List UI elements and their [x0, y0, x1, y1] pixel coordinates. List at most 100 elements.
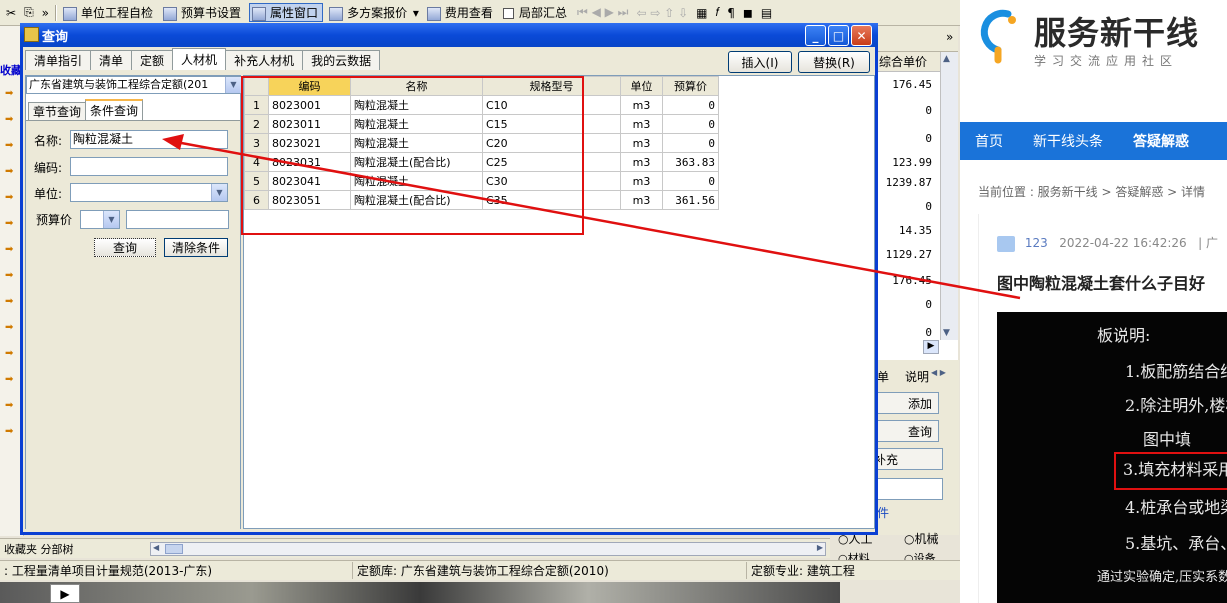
row-arrow-icon[interactable]: ➡	[5, 426, 13, 437]
maximize-icon[interactable]: □	[828, 25, 849, 46]
favorites-tree-tabs[interactable]: 收藏夹 分部树	[0, 541, 74, 557]
row-arrow-icon[interactable]: ➡	[5, 192, 13, 203]
tab-bill[interactable]: 清单	[90, 50, 133, 70]
replace-button[interactable]: 替换(R)	[798, 51, 870, 73]
copy-icon[interactable]: ⎘	[22, 5, 36, 20]
add-button[interactable]: 添加	[873, 392, 939, 414]
cell-price[interactable]: 363.83	[662, 152, 719, 172]
row-arrow-icon[interactable]: ➡	[5, 270, 13, 281]
tab-bill-guide[interactable]: 清单指引	[25, 50, 92, 70]
price-cell[interactable]: 0	[925, 298, 932, 311]
nav-home[interactable]: 首页	[960, 131, 1018, 151]
row-arrow-icon[interactable]: ➡	[5, 374, 13, 385]
side-label-explain[interactable]: 说明	[905, 368, 929, 385]
tab-labor-material[interactable]: 人材机	[172, 48, 227, 70]
price-cell[interactable]: 123.99	[892, 156, 932, 169]
scroll-thumb[interactable]	[165, 544, 183, 554]
chevron-down-icon[interactable]: ▼	[103, 211, 119, 228]
side-input[interactable]	[873, 478, 943, 500]
price-cell[interactable]: 0	[925, 326, 932, 339]
row-arrow-icon[interactable]: ➡	[5, 140, 13, 151]
cell-price[interactable]: 0	[662, 95, 719, 115]
tab-quota[interactable]: 定额	[131, 50, 174, 70]
radio-equipment[interactable]: ○设备	[904, 550, 936, 560]
expand-icon[interactable]: »	[946, 30, 953, 44]
close-icon[interactable]: ✕	[851, 25, 872, 46]
cut-icon[interactable]: ✂	[4, 6, 18, 20]
price-cell[interactable]: 14.35	[899, 224, 932, 237]
nav-headlines[interactable]: 新干线头条	[1018, 131, 1118, 151]
cell-unit[interactable]: m3	[620, 133, 663, 153]
chevron-down-icon[interactable]: ▼	[225, 77, 241, 93]
name-input[interactable]: 陶粒混凝土	[70, 130, 228, 149]
query-button[interactable]: 查询	[94, 238, 156, 257]
radio-machine[interactable]: ○机械	[904, 530, 939, 547]
move-arrows-icon[interactable]: ⇦ ⇨ ⇧ ⇩	[634, 6, 690, 20]
cell-unit[interactable]: m3	[620, 190, 663, 210]
query-button[interactable]: 查询	[873, 420, 939, 442]
author-name[interactable]: 123	[1025, 236, 1048, 250]
cell-price[interactable]: 0	[662, 114, 719, 134]
col-header-price[interactable]: 预算价	[662, 76, 719, 96]
price-cell[interactable]: 0	[925, 132, 932, 145]
cell-unit[interactable]: m3	[620, 114, 663, 134]
tab-supplement-material[interactable]: 补充人材机	[225, 50, 304, 70]
row-arrow-icon[interactable]: ➡	[5, 88, 13, 99]
formula-icon[interactable]: 𝑓	[713, 5, 721, 20]
cell-price[interactable]: 361.56	[662, 190, 719, 210]
toolbar-multi-quote[interactable]: 多方案报价 ▾	[327, 4, 421, 21]
col-header-unit[interactable]: 单位	[620, 76, 663, 96]
price-cell[interactable]: 0	[925, 104, 932, 117]
tab-cloud-data[interactable]: 我的云数据	[302, 50, 381, 70]
row-arrow-icon[interactable]: ➡	[5, 114, 13, 125]
scroll-right-icon[interactable]: ▶	[923, 340, 939, 354]
play-icon[interactable]: ▶	[50, 584, 80, 603]
tab-condition-query[interactable]: 条件查询	[85, 99, 144, 120]
price-cell[interactable]: 1129.27	[886, 248, 932, 261]
horizontal-scrollbar[interactable]: ◀ ▶	[150, 542, 826, 556]
scroll-down-icon[interactable]: ▼	[943, 328, 950, 338]
cell-price[interactable]: 0	[662, 133, 719, 153]
calc-icon[interactable]: ▦	[694, 6, 709, 20]
row-arrow-icon[interactable]: ➡	[5, 348, 13, 359]
cell-unit[interactable]: m3	[620, 171, 663, 191]
cell-unit[interactable]: m3	[620, 95, 663, 115]
chevron-down-icon[interactable]: ▼	[211, 184, 227, 201]
more-icon[interactable]: »	[40, 6, 51, 20]
price-cell[interactable]: 176.45	[892, 78, 932, 91]
cell-price[interactable]: 0	[662, 171, 719, 191]
paragraph-icon[interactable]: ¶	[725, 6, 737, 20]
price-input[interactable]	[126, 210, 229, 229]
nav-qa[interactable]: 答疑解惑	[1118, 131, 1204, 151]
code-input[interactable]	[70, 157, 228, 176]
row-arrow-icon[interactable]: ➡	[5, 244, 13, 255]
price-cell[interactable]: 0	[925, 200, 932, 213]
unit-select[interactable]: ▼	[70, 183, 228, 202]
price-operator-select[interactable]: ▼	[80, 210, 120, 229]
toolbar-fee-view[interactable]: 费用查看	[425, 4, 497, 21]
toolbar-property-window[interactable]: 属性窗口	[249, 3, 324, 22]
library-select[interactable]: 广东省建筑与装饰工程综合定额(201 ▼	[26, 76, 242, 94]
tab-scroll-icon[interactable]: ◀ ▶	[931, 368, 946, 377]
row-arrow-icon[interactable]: ➡	[5, 166, 13, 177]
toolbar-budget-settings[interactable]: 预算书设置	[161, 4, 245, 21]
tab-chapter-query[interactable]: 章节查询	[28, 102, 87, 120]
row-arrow-icon[interactable]: ➡	[5, 218, 13, 229]
price-cell[interactable]: 1239.87	[886, 176, 932, 189]
vertical-scrollbar[interactable]: ▲ ▼	[940, 52, 958, 340]
scroll-right-icon[interactable]: ▶	[817, 543, 823, 552]
clear-conditions-button[interactable]: 清除条件	[164, 238, 228, 257]
dialog-titlebar[interactable]: 查询 _ □ ✕	[20, 23, 878, 47]
scroll-left-icon[interactable]: ◀	[153, 543, 159, 552]
grid-icon[interactable]: ▤	[759, 6, 774, 20]
cell-unit[interactable]: m3	[620, 152, 663, 172]
supplement-button[interactable]: 补充	[873, 448, 943, 470]
scroll-up-icon[interactable]: ▲	[943, 54, 950, 64]
insert-button[interactable]: 插入(I)	[728, 51, 792, 73]
row-arrow-icon[interactable]: ➡	[5, 322, 13, 333]
minimize-icon[interactable]: _	[805, 25, 826, 46]
price-cell[interactable]: 176.45	[892, 274, 932, 287]
radio-material[interactable]: ○材料	[838, 550, 870, 560]
row-arrow-icon[interactable]: ➡	[5, 296, 13, 307]
cube-icon[interactable]: ◼	[741, 6, 755, 20]
